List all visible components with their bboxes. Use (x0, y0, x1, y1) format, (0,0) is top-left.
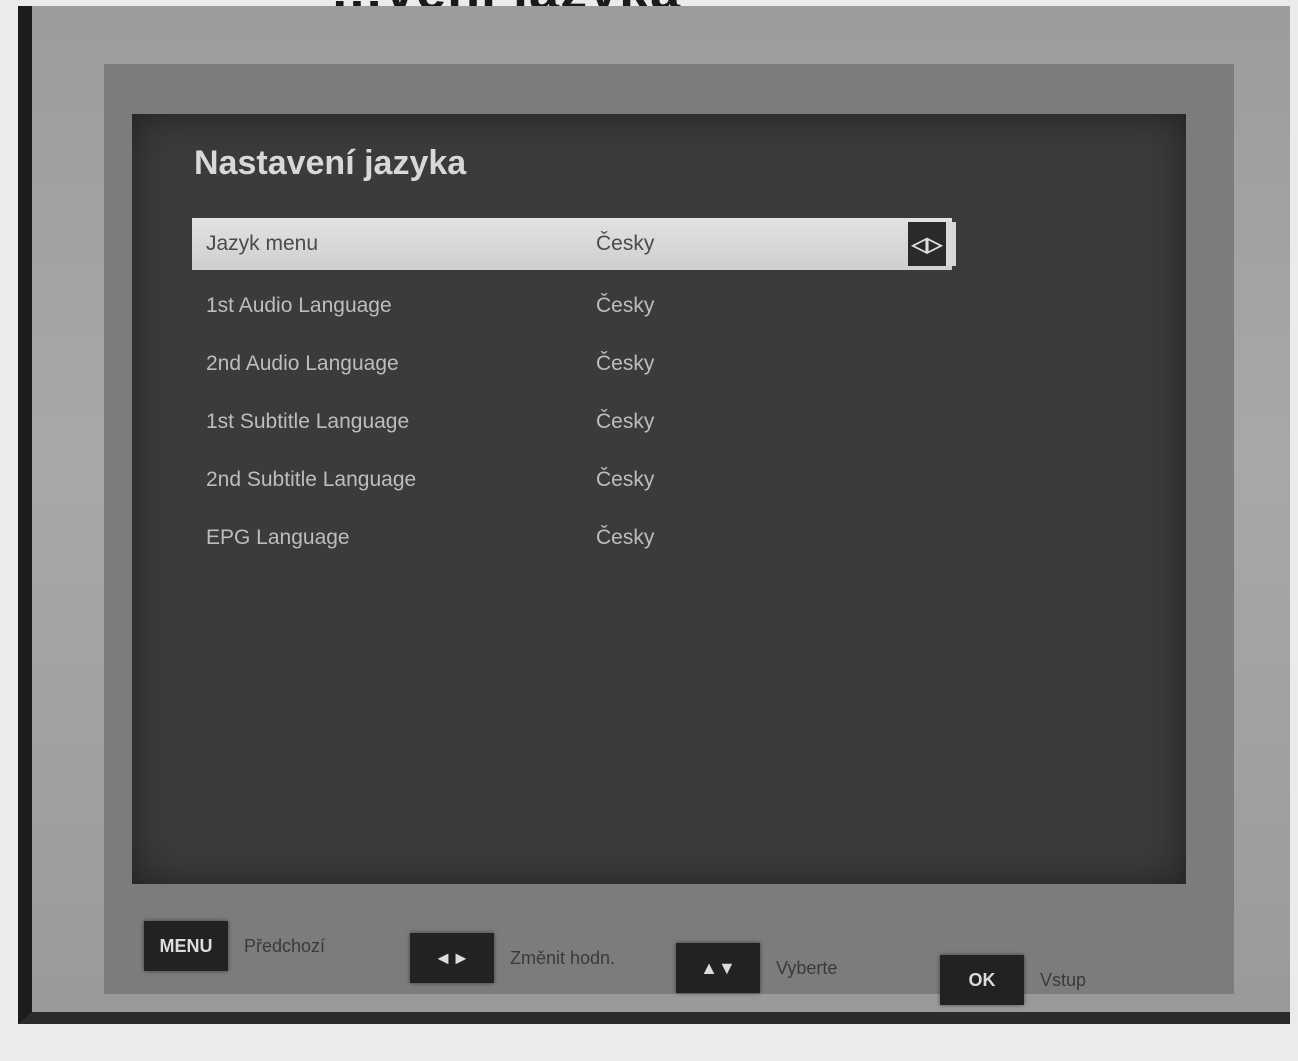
row-value: Česky (596, 294, 655, 317)
row-value: Česky (596, 410, 655, 433)
row-label: Jazyk menu (206, 232, 319, 255)
ok-key-desc: Vstup (1040, 969, 1087, 990)
legend-up-down: ▲▼ Vyberte (676, 940, 837, 996)
menu-title: Nastavení jazyka (194, 144, 467, 182)
up-down-key-desc: Vyberte (776, 957, 838, 978)
up-down-arrows-icon[interactable]: ▲▼ (676, 943, 760, 993)
left-right-key-desc: Změnit hodn. (510, 947, 616, 968)
legend-ok: OK Vstup (940, 952, 1086, 1008)
row-value: Česky (596, 468, 655, 491)
menu-row-menu-language[interactable]: Jazyk menu Česky ◁▷ (192, 218, 956, 270)
menu-key-desc: Předchozí (244, 935, 326, 956)
menu-row-1st-audio-language[interactable]: 1st Audio Language Česky (192, 280, 952, 332)
row-label: 2nd Audio Language (206, 352, 399, 375)
menu-row-epg-language[interactable]: EPG Language Česky (192, 512, 952, 564)
tv-screen: Nastavení jazyka Jazyk menu Česky ◁▷ 1st… (104, 64, 1234, 994)
menu-row-2nd-audio-language[interactable]: 2nd Audio Language Česky (192, 338, 952, 390)
legend-left-right: ◄► Změnit hodn. (410, 930, 615, 986)
row-value: Česky (596, 352, 655, 375)
row-value: Česky (596, 232, 655, 255)
double-arrow-right-icon[interactable]: ◁▷ (908, 222, 956, 266)
tv-frame: Nastavení jazyka Jazyk menu Česky ◁▷ 1st… (18, 6, 1290, 1024)
page: …vení jazyka Nastavení jazyka Jazyk menu… (0, 0, 1298, 1061)
row-label: EPG Language (206, 526, 350, 549)
menu-key-button[interactable]: MENU (144, 921, 228, 971)
row-value: Česky (596, 526, 655, 549)
menu-row-2nd-subtitle-language[interactable]: 2nd Subtitle Language Česky (192, 454, 952, 506)
legend-menu: MENU Předchozí (144, 918, 325, 974)
row-label: 1st Audio Language (206, 294, 392, 317)
row-label: 2nd Subtitle Language (206, 468, 417, 491)
menu-row-1st-subtitle-language[interactable]: 1st Subtitle Language Česky (192, 396, 952, 448)
row-label: 1st Subtitle Language (206, 410, 410, 433)
ok-key-button[interactable]: OK (940, 955, 1024, 1005)
left-right-arrows-icon[interactable]: ◄► (410, 933, 494, 983)
language-settings-panel: Nastavení jazyka Jazyk menu Česky ◁▷ 1st… (132, 114, 1186, 884)
